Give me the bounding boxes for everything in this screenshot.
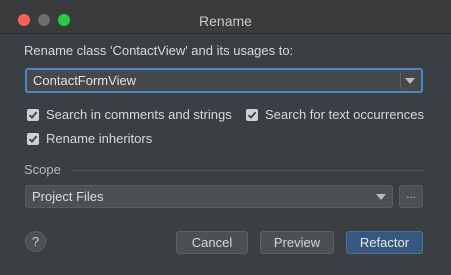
search-text-checkbox[interactable] — [246, 108, 258, 121]
search-text-label: Search for text occurrences — [265, 107, 424, 122]
rename-prompt: Rename class 'ContactView' and its usage… — [24, 43, 294, 58]
refactor-button[interactable]: Refactor — [346, 231, 423, 254]
rename-inheritors-label: Rename inheritors — [46, 131, 153, 146]
chevron-down-icon[interactable] — [376, 194, 386, 200]
rename-inheritors-checkbox[interactable] — [27, 132, 39, 145]
chevron-down-icon[interactable] — [405, 78, 415, 84]
scope-divider — [70, 170, 426, 171]
search-comments-checkbox[interactable] — [27, 108, 39, 121]
help-button[interactable]: ? — [25, 231, 46, 252]
search-text-option[interactable]: Search for text occurrences — [246, 107, 424, 122]
checkmark-icon — [28, 111, 38, 119]
combo-divider — [400, 72, 401, 89]
rename-inheritors-option[interactable]: Rename inheritors — [27, 131, 152, 146]
search-comments-label: Search in comments and strings — [46, 107, 232, 122]
preview-button[interactable]: Preview — [260, 231, 334, 254]
scope-more-button[interactable]: ... — [399, 185, 423, 208]
title-bar: Rename — [0, 0, 451, 34]
checkmark-icon — [28, 135, 38, 143]
new-name-input[interactable]: ContactFormView — [33, 73, 136, 88]
cancel-button[interactable]: Cancel — [176, 231, 248, 254]
window-title: Rename — [199, 13, 252, 29]
scope-selected-value: Project Files — [32, 189, 104, 204]
search-comments-option[interactable]: Search in comments and strings — [27, 107, 232, 122]
scope-section-title: Scope — [24, 162, 61, 177]
rename-dialog: Rename Rename class 'ContactView' and it… — [0, 0, 451, 275]
scope-select[interactable]: Project Files — [25, 185, 393, 208]
new-name-combo[interactable]: ContactFormView — [25, 68, 423, 93]
checkmark-icon — [247, 111, 257, 119]
